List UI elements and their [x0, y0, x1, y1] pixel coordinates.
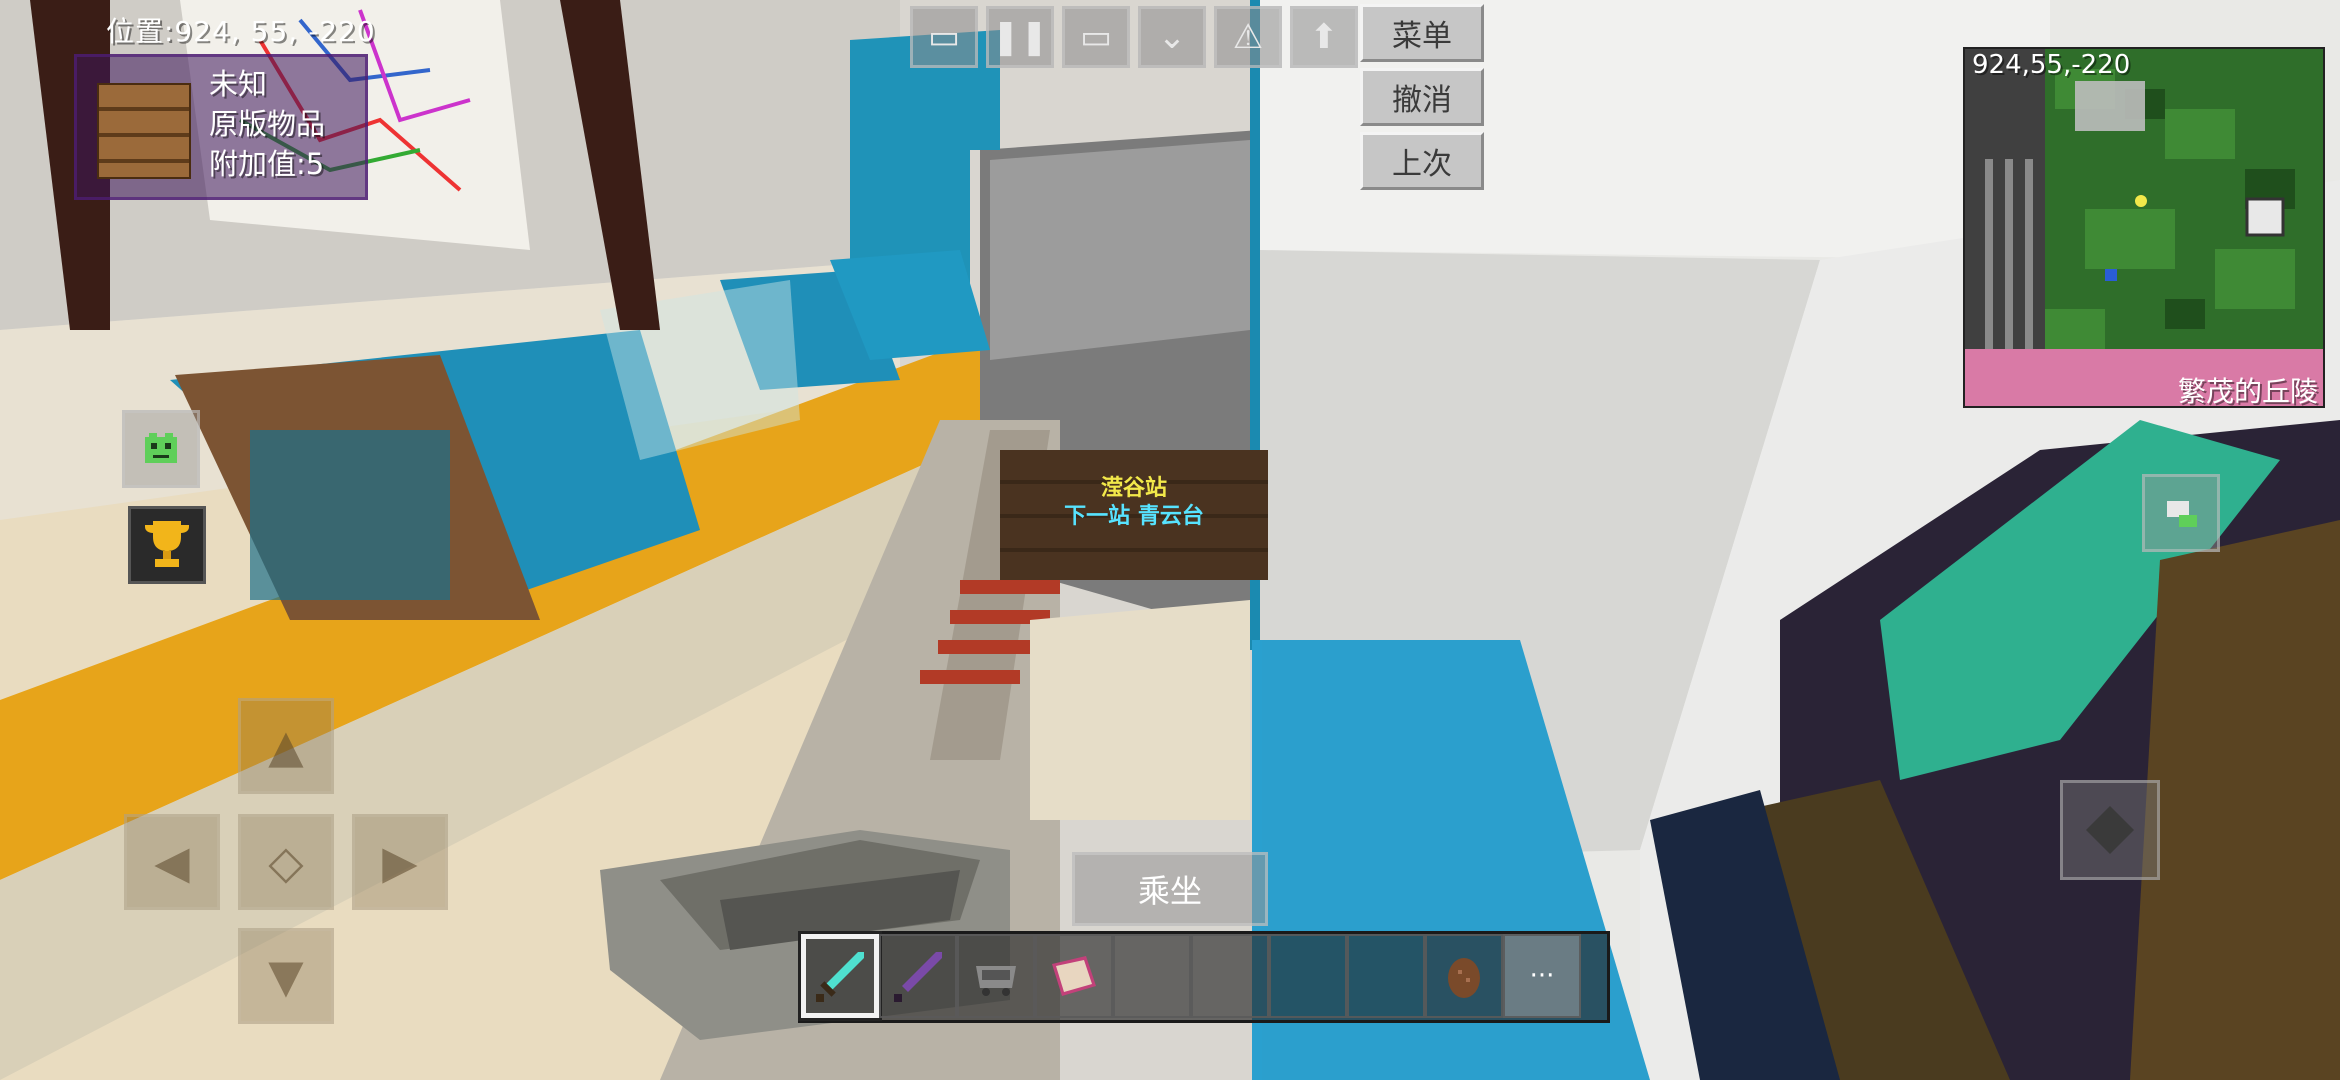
item-info-panel: 未知 原版物品 附加值:5: [74, 54, 368, 200]
diamond-icon: [2086, 806, 2134, 854]
book-icon: ▭: [927, 17, 961, 57]
item-name: 未知: [209, 67, 268, 101]
menu-button[interactable]: 菜单: [1360, 4, 1484, 62]
achievements-button[interactable]: [128, 506, 206, 584]
person-icon: ⬆: [1309, 17, 1339, 57]
warning-button[interactable]: ⚠: [1214, 6, 1282, 68]
minimap-biome: 繁茂的丘陵: [2178, 375, 2319, 408]
hotbar-slot[interactable]: [1347, 934, 1425, 1018]
arrow-right-icon: ▶: [382, 835, 418, 889]
hotbar-slot[interactable]: [1425, 934, 1503, 1018]
hotbar-slot[interactable]: [1269, 934, 1347, 1018]
ride-button[interactable]: 乘坐: [1072, 852, 1268, 926]
item-source: 原版物品: [209, 107, 326, 141]
minecart-icon: [976, 966, 1016, 996]
minimap[interactable]: [1963, 47, 2325, 408]
undo-button[interactable]: 撤消: [1360, 68, 1484, 126]
hotbar-slot[interactable]: [1113, 934, 1191, 1018]
hotbar: ···: [798, 931, 1610, 1023]
frog-face-icon: [145, 433, 177, 463]
position-readout: 位置:924, 55, -220: [106, 15, 376, 48]
sign-next-station: 下一站 青云台: [1064, 504, 1204, 529]
chat-icon: ▭: [1079, 17, 1113, 57]
pause-button[interactable]: ❚❚: [986, 6, 1054, 68]
hotbar-slot[interactable]: [1035, 934, 1113, 1018]
diamond-icon: ◇: [268, 835, 304, 889]
chat-button[interactable]: ▭: [1062, 6, 1130, 68]
pause-icon: ❚❚: [991, 17, 1049, 57]
emote-face-button[interactable]: [122, 410, 200, 488]
hotbar-slot[interactable]: [957, 934, 1035, 1018]
minimap-terrain: [1965, 49, 2323, 406]
dpad-right-button[interactable]: ▶: [352, 814, 448, 910]
diamond-sword-icon: [816, 952, 864, 1002]
hotbar-slot[interactable]: [879, 934, 957, 1018]
dpad-center-button[interactable]: ◇: [238, 814, 334, 910]
arrow-up-icon: ▲: [268, 719, 304, 773]
dropdown-button[interactable]: ⌄: [1138, 6, 1206, 68]
dpad-left-button[interactable]: ◀: [124, 814, 220, 910]
netherite-sword-icon: [894, 952, 942, 1002]
station-sign: 滢谷站 下一站 青云台: [1000, 450, 1268, 580]
minimap-coords: 924,55,-220: [1972, 50, 2131, 80]
wooden-planks-item-icon: [97, 83, 191, 179]
warning-icon: ⚠: [1232, 17, 1264, 57]
arrow-down-icon: ▼: [268, 949, 304, 1003]
cart-exit-button[interactable]: [2142, 474, 2220, 552]
item-aux-value: 附加值:5: [209, 147, 325, 181]
hotbar-more-button[interactable]: ···: [1503, 934, 1581, 1018]
last-button[interactable]: 上次: [1360, 132, 1484, 190]
jump-sneak-button[interactable]: [2060, 780, 2160, 880]
hotbar-slot[interactable]: [1191, 934, 1269, 1018]
dpad-up-button[interactable]: ▲: [238, 698, 334, 794]
chevron-down-icon: ⌄: [1157, 17, 1187, 57]
hotbar-slot[interactable]: [798, 931, 882, 1021]
book-icon: [1052, 956, 1096, 996]
cocoa-icon: [1448, 958, 1480, 998]
dpad-down-button[interactable]: ▼: [238, 928, 334, 1024]
trophy-icon: [145, 521, 189, 567]
emote-button[interactable]: ⬆: [1290, 6, 1358, 68]
minecart-exit-icon: [2167, 501, 2197, 527]
chat-book-button[interactable]: ▭: [910, 6, 978, 68]
arrow-left-icon: ◀: [154, 835, 190, 889]
